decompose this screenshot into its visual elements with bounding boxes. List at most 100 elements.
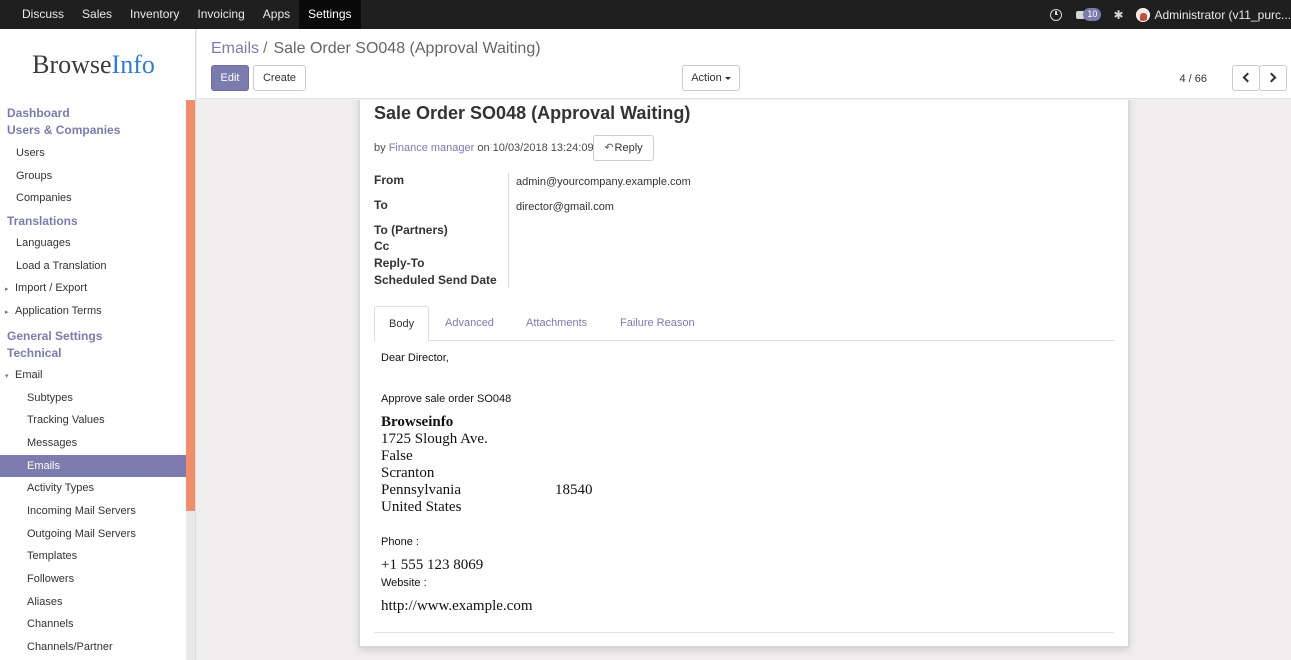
avatar[interactable] bbox=[1135, 7, 1150, 22]
sidebar-item-channels-partner[interactable]: Channels/Partner bbox=[0, 636, 186, 659]
tab-body[interactable]: Body bbox=[374, 306, 430, 342]
signature-zip: 18540 bbox=[555, 482, 593, 498]
clock-icon[interactable] bbox=[1050, 8, 1063, 21]
sidebar-scrollbar[interactable] bbox=[186, 511, 195, 660]
reply-to-label: Reply-To bbox=[374, 256, 425, 270]
menu-invoicing[interactable]: Invoicing bbox=[188, 0, 253, 29]
sidebar-item-load-translation[interactable]: Load a Translation bbox=[0, 255, 186, 278]
breadcrumb: Emails / Sale Order SO048 (Approval Waitin… bbox=[211, 40, 541, 58]
menu-settings[interactable]: Settings bbox=[299, 0, 361, 29]
signature-country: United States bbox=[381, 499, 462, 515]
to-label: To bbox=[374, 198, 388, 212]
sidebar-item-label: Import / Export bbox=[15, 282, 88, 295]
from-label: From bbox=[374, 173, 404, 187]
pager-next-button[interactable] bbox=[1259, 65, 1287, 91]
company-logo: Browse Info bbox=[0, 29, 195, 100]
breadcrumb-current: Sale Order SO048 (Approval Waiting) bbox=[273, 40, 541, 57]
sidebar-item-activity-types[interactable]: Activity Types bbox=[0, 477, 186, 500]
to-partners-label: To (Partners) bbox=[374, 223, 448, 237]
signature-state: Pennsylvania bbox=[381, 482, 461, 498]
signature-street2: False bbox=[381, 448, 413, 464]
sidebar-item-technical[interactable]: Technical bbox=[0, 345, 186, 362]
sidebar-item-users[interactable]: Users bbox=[0, 142, 186, 165]
pager-previous-button[interactable] bbox=[1232, 65, 1260, 91]
reply-button[interactable]: ↶Reply bbox=[593, 135, 654, 161]
body-greeting: Dear Director, bbox=[381, 352, 449, 364]
signature-phone: +1 555 123 8069 bbox=[381, 557, 484, 573]
menu-inventory[interactable]: Inventory bbox=[121, 0, 188, 29]
app-menu: Discuss Sales Inventory Invoicing Apps S… bbox=[0, 0, 361, 29]
sidebar-item-companies[interactable]: Companies bbox=[0, 187, 186, 210]
sidebar-item-templates[interactable]: Templates bbox=[0, 545, 186, 568]
tab-attachments[interactable]: Attachments bbox=[526, 306, 587, 342]
messaging-menu[interactable]: 10 bbox=[1076, 8, 1102, 21]
action-dropdown-label: Action bbox=[691, 72, 722, 84]
bug-icon[interactable]: ✱ bbox=[1113, 8, 1123, 22]
signature-city: Scranton bbox=[381, 465, 435, 481]
sidebar-item-emails[interactable]: Emails bbox=[0, 454, 186, 478]
tab-failure-reason[interactable]: Failure Reason bbox=[620, 306, 695, 342]
top-navbar: Discuss Sales Inventory Invoicing Apps S… bbox=[0, 0, 1291, 29]
chevron-left-icon bbox=[1242, 72, 1253, 83]
sidebar-item-channels[interactable]: Channels bbox=[0, 613, 186, 636]
website-label: Website : bbox=[381, 577, 427, 589]
user-menu[interactable]: Administrator (v11_purc... bbox=[1155, 8, 1291, 22]
caret-right-icon: ▸ bbox=[5, 286, 9, 294]
sidebar-item-users-companies[interactable]: Users & Companies bbox=[0, 122, 186, 139]
to-field: director@gmail.com bbox=[516, 201, 614, 213]
sidebar-item-incoming-mail-servers[interactable]: Incoming Mail Servers bbox=[0, 500, 186, 523]
sidebar-item-tracking-values[interactable]: Tracking Values bbox=[0, 409, 186, 432]
notebook-tabs: Body Advanced Attachments Failure Reason bbox=[374, 306, 1114, 342]
sidebar-item-import-export[interactable]: ▸ Import / Export bbox=[0, 277, 186, 300]
sidebar-nav: Dashboard Users & Companies Users Groups… bbox=[0, 100, 186, 659]
signature-street: 1725 Slough Ave. bbox=[381, 431, 488, 447]
from-field: admin@yourcompany.example.com bbox=[516, 176, 691, 188]
email-subject-title: Sale Order SO048 (Approval Waiting) bbox=[374, 103, 691, 123]
sidebar-item-dashboard[interactable]: Dashboard bbox=[0, 105, 186, 122]
tab-advanced[interactable]: Advanced bbox=[445, 306, 494, 342]
byline: by Finance manager on 10/03/2018 13:24:0… bbox=[374, 142, 594, 154]
caret-right-icon: ▸ bbox=[5, 309, 9, 317]
caret-down-icon: ▾ bbox=[5, 372, 9, 380]
create-button[interactable]: Create bbox=[253, 65, 306, 91]
cc-label: Cc bbox=[374, 239, 390, 253]
sidebar-item-general-settings[interactable]: General Settings bbox=[0, 328, 186, 345]
pager-value[interactable]: 4 / 66 bbox=[1179, 73, 1207, 85]
message-count-badge: 10 bbox=[1083, 8, 1102, 21]
form-view: Sale Order SO048 (Approval Waiting) by F… bbox=[197, 100, 1291, 660]
byline-prefix: by bbox=[374, 142, 386, 154]
sidebar: Browse Info Dashboard Users & Companies U… bbox=[0, 29, 196, 660]
breadcrumb-parent-link[interactable]: Emails bbox=[211, 40, 259, 57]
systray: 10 ✱ Administrator (v11_purc... bbox=[1050, 0, 1291, 29]
signature-website: http://www.example.com bbox=[381, 598, 533, 614]
menu-apps[interactable]: Apps bbox=[254, 0, 299, 29]
reply-arrow-icon: ↶ bbox=[604, 142, 614, 154]
sidebar-item-label: Email bbox=[15, 368, 43, 381]
body-message: Approve sale order SO048 bbox=[381, 393, 512, 405]
logo-text-browse: Browse bbox=[32, 49, 112, 79]
sidebar-item-messages[interactable]: Messages bbox=[0, 432, 186, 455]
logo-text-info: Info bbox=[111, 49, 155, 79]
author-link[interactable]: Finance manager bbox=[389, 142, 475, 154]
sidebar-item-email[interactable]: ▾ Email bbox=[0, 364, 186, 387]
signature-company: Browseinfo bbox=[381, 414, 454, 430]
sidebar-item-translations[interactable]: Translations bbox=[0, 213, 186, 230]
chevron-right-icon bbox=[1266, 72, 1277, 83]
sidebar-accent-bar bbox=[186, 100, 195, 511]
control-panel: Emails / Sale Order SO048 (Approval Waitin… bbox=[197, 29, 1291, 99]
sidebar-item-languages[interactable]: Languages bbox=[0, 232, 186, 255]
action-dropdown[interactable]: Action bbox=[682, 65, 740, 91]
sidebar-item-outgoing-mail-servers[interactable]: Outgoing Mail Servers bbox=[0, 523, 186, 546]
breadcrumb-separator: / bbox=[263, 40, 268, 57]
divider bbox=[374, 632, 1114, 633]
phone-label: Phone : bbox=[381, 536, 419, 548]
menu-discuss[interactable]: Discuss bbox=[13, 0, 73, 29]
menu-sales[interactable]: Sales bbox=[73, 0, 121, 29]
sidebar-item-followers[interactable]: Followers bbox=[0, 568, 186, 591]
sidebar-item-groups[interactable]: Groups bbox=[0, 165, 186, 188]
sidebar-item-aliases[interactable]: Aliases bbox=[0, 591, 186, 614]
sidebar-item-application-terms[interactable]: ▸ Application Terms bbox=[0, 300, 186, 323]
sidebar-item-subtypes[interactable]: Subtypes bbox=[0, 387, 186, 410]
edit-button[interactable]: Edit bbox=[211, 65, 249, 91]
sidebar-item-label: Application Terms bbox=[15, 305, 102, 318]
